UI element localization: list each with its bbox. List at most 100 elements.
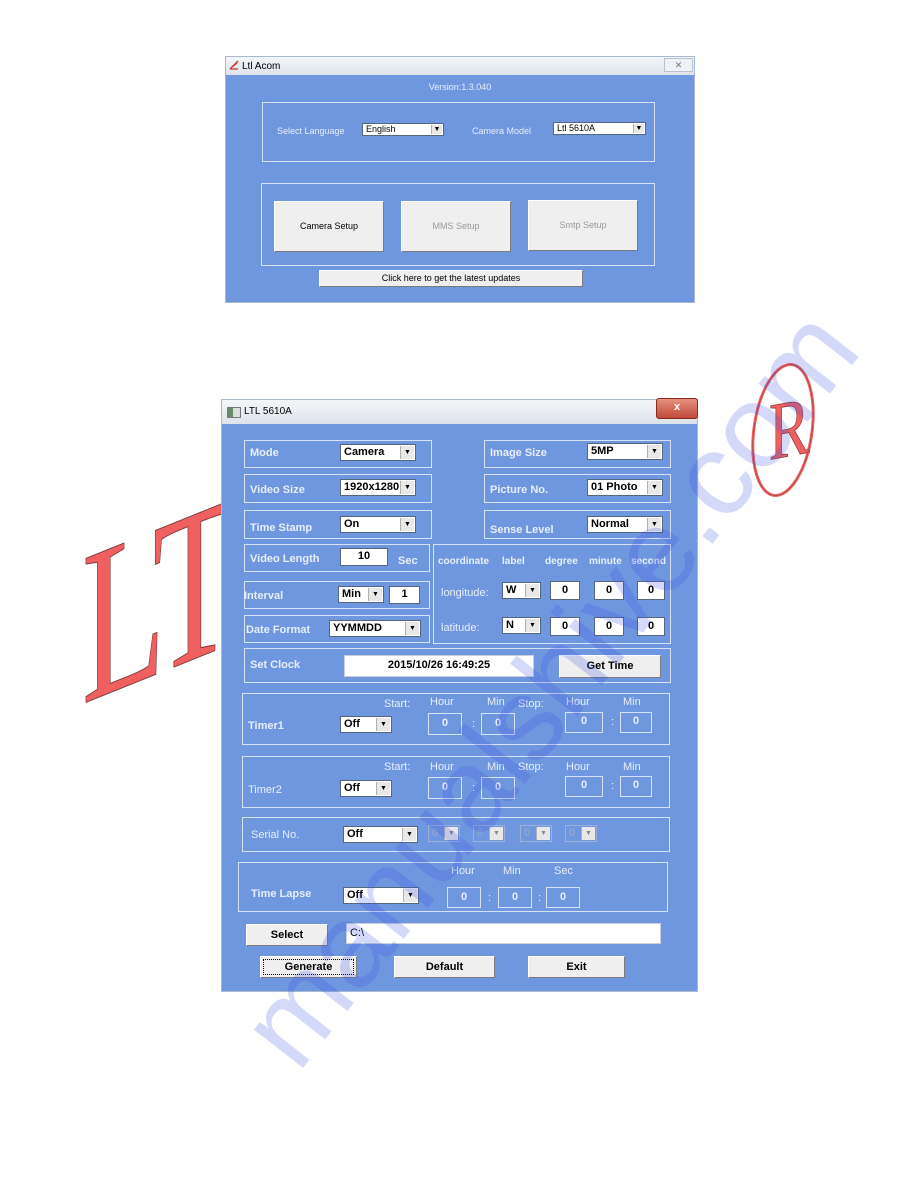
title-bar: LTL 5610A x xyxy=(222,398,698,424)
chevron-down-icon: ▼ xyxy=(376,782,390,795)
time-lapse-sec-input[interactable]: 0 xyxy=(546,887,580,908)
time-lapse-hour-input[interactable]: 0 xyxy=(447,887,481,908)
longitude-label: longitude: xyxy=(441,587,489,599)
timer1-stop-hour-input[interactable]: 0 xyxy=(565,712,603,733)
chevron-down-icon: ▼ xyxy=(633,124,644,133)
chevron-down-icon: ▼ xyxy=(525,619,539,632)
latitude-degree-input[interactable]: 0 xyxy=(550,617,580,636)
chevron-down-icon: ▼ xyxy=(403,889,417,902)
serial-digit-1-select[interactable]: 0 ▼ xyxy=(428,825,460,842)
timer1-stop-label: Stop: xyxy=(518,698,544,710)
time-lapse-hour-header: Hour xyxy=(451,865,475,877)
timer1-stop-min-input[interactable]: 0 xyxy=(620,712,652,733)
latitude-label: latitude: xyxy=(441,622,480,634)
close-icon: ✕ xyxy=(674,60,683,70)
camera-setup-button[interactable]: Camera Setup xyxy=(274,201,384,252)
chevron-down-icon: ▼ xyxy=(444,827,458,840)
longitude-direction-select[interactable]: W ▼ xyxy=(502,582,541,599)
date-format-label: Date Format xyxy=(246,624,311,636)
mode-select[interactable]: Camera ▼ xyxy=(340,444,416,461)
time-lapse-min-input[interactable]: 0 xyxy=(498,887,532,908)
interval-unit-select[interactable]: Min ▼ xyxy=(338,586,384,603)
lt-brand-logo: LT xyxy=(82,446,237,753)
serial-digit-2-select[interactable]: 0 ▼ xyxy=(473,825,505,842)
serial-no-label: Serial No. xyxy=(251,829,300,841)
video-size-select[interactable]: 1920x1280 ▼ xyxy=(340,479,416,496)
timer1-start-min-input[interactable]: 0 xyxy=(481,713,515,735)
timer1-stop-hour-header: Hour xyxy=(566,696,590,708)
picture-no-select[interactable]: 01 Photo ▼ xyxy=(587,479,663,496)
timer1-start-hour-input[interactable]: 0 xyxy=(428,713,462,735)
interval-value-input[interactable]: 1 xyxy=(389,586,420,604)
exit-button[interactable]: Exit xyxy=(528,956,625,978)
video-length-input[interactable]: 10 xyxy=(340,548,388,566)
timer1-start-label: Start: xyxy=(384,698,411,710)
camera-model-label: Camera Model xyxy=(472,126,532,136)
colon-separator: : xyxy=(472,782,476,794)
default-button[interactable]: Default xyxy=(394,956,495,978)
time-stamp-select[interactable]: On ▼ xyxy=(340,516,416,533)
video-length-label: Video Length xyxy=(250,553,320,565)
serial-digit-4-select[interactable]: 0 ▼ xyxy=(565,825,597,842)
language-select[interactable]: English ▼ xyxy=(362,123,444,136)
image-size-select[interactable]: 5MP ▼ xyxy=(587,443,663,460)
generate-button[interactable]: Generate xyxy=(260,956,357,978)
longitude-minute-input[interactable]: 0 xyxy=(594,581,624,600)
time-lapse-sec-header: Sec xyxy=(554,865,573,877)
timer2-stop-hour-input[interactable]: 0 xyxy=(565,776,603,797)
app-logo-icon xyxy=(229,60,239,70)
camera-model-select[interactable]: Ltl 5610A ▼ xyxy=(553,122,646,135)
chevron-down-icon: ▼ xyxy=(647,518,661,531)
timer2-stop-min-input[interactable]: 0 xyxy=(620,776,652,797)
timer1-select[interactable]: Off ▼ xyxy=(340,716,392,733)
clock-input[interactable]: 2015/10/26 16:49:25 xyxy=(344,655,534,677)
chevron-down-icon: ▼ xyxy=(376,718,390,731)
timer2-select[interactable]: Off ▼ xyxy=(340,780,392,797)
timer1-start-hour-header: Hour xyxy=(430,696,454,708)
select-folder-button[interactable]: Select xyxy=(246,924,328,946)
timer1-stop-min-header: Min xyxy=(623,696,641,708)
longitude-second-input[interactable]: 0 xyxy=(637,581,665,600)
latitude-direction-select[interactable]: N ▼ xyxy=(502,617,541,634)
timer2-start-hour-header: Hour xyxy=(430,761,454,773)
time-lapse-select[interactable]: Off ▼ xyxy=(343,887,419,904)
latitude-second-input[interactable]: 0 xyxy=(637,617,665,636)
timer2-stop-hour-header: Hour xyxy=(566,761,590,773)
timer2-start-min-input[interactable]: 0 xyxy=(481,777,515,799)
close-icon: x xyxy=(673,401,681,413)
time-stamp-label: Time Stamp xyxy=(250,522,313,534)
chevron-down-icon: ▼ xyxy=(536,827,550,840)
longitude-degree-input[interactable]: 0 xyxy=(550,581,580,600)
colon-separator: : xyxy=(538,892,542,904)
chevron-down-icon: ▼ xyxy=(402,828,416,841)
date-format-select[interactable]: YYMMDD ▼ xyxy=(329,620,421,637)
serial-no-select[interactable]: Off ▼ xyxy=(343,826,418,843)
chevron-down-icon: ▼ xyxy=(368,588,382,601)
window-title: Ltl Acom xyxy=(242,61,281,72)
latitude-minute-input[interactable]: 0 xyxy=(594,617,624,636)
smtp-setup-button[interactable]: Smtp Setup xyxy=(528,200,638,251)
chevron-down-icon: ▼ xyxy=(647,445,661,458)
video-size-label: Video Size xyxy=(250,484,305,496)
interval-label: Interval xyxy=(244,590,284,602)
timer2-start-label: Start: xyxy=(384,761,411,773)
title-bar: Ltl Acom ✕ xyxy=(226,57,694,75)
output-path-input[interactable]: C:\ xyxy=(346,923,661,944)
mms-setup-button[interactable]: MMS Setup xyxy=(401,201,511,252)
mode-label: Mode xyxy=(250,447,279,459)
window-title: LTL 5610A xyxy=(244,406,292,417)
serial-digit-3-select[interactable]: 0 ▼ xyxy=(520,825,552,842)
ltl-acom-window: Ltl Acom ✕ Version:1.3.040 Select Langua… xyxy=(225,56,695,303)
chevron-down-icon: ▼ xyxy=(400,518,414,531)
chevron-down-icon: ▼ xyxy=(400,446,414,459)
chevron-down-icon: ▼ xyxy=(581,827,595,840)
get-updates-button[interactable]: Click here to get the latest updates xyxy=(319,270,583,287)
coord-header-minute: minute xyxy=(589,556,622,567)
sense-level-select[interactable]: Normal ▼ xyxy=(587,516,663,533)
get-time-button[interactable]: Get Time xyxy=(559,655,661,678)
picture-no-label: Picture No. xyxy=(490,484,549,496)
close-button[interactable]: x xyxy=(656,398,698,419)
timer2-start-hour-input[interactable]: 0 xyxy=(428,777,462,799)
registered-trademark-logo: R xyxy=(748,360,818,500)
close-button[interactable]: ✕ xyxy=(664,58,693,72)
